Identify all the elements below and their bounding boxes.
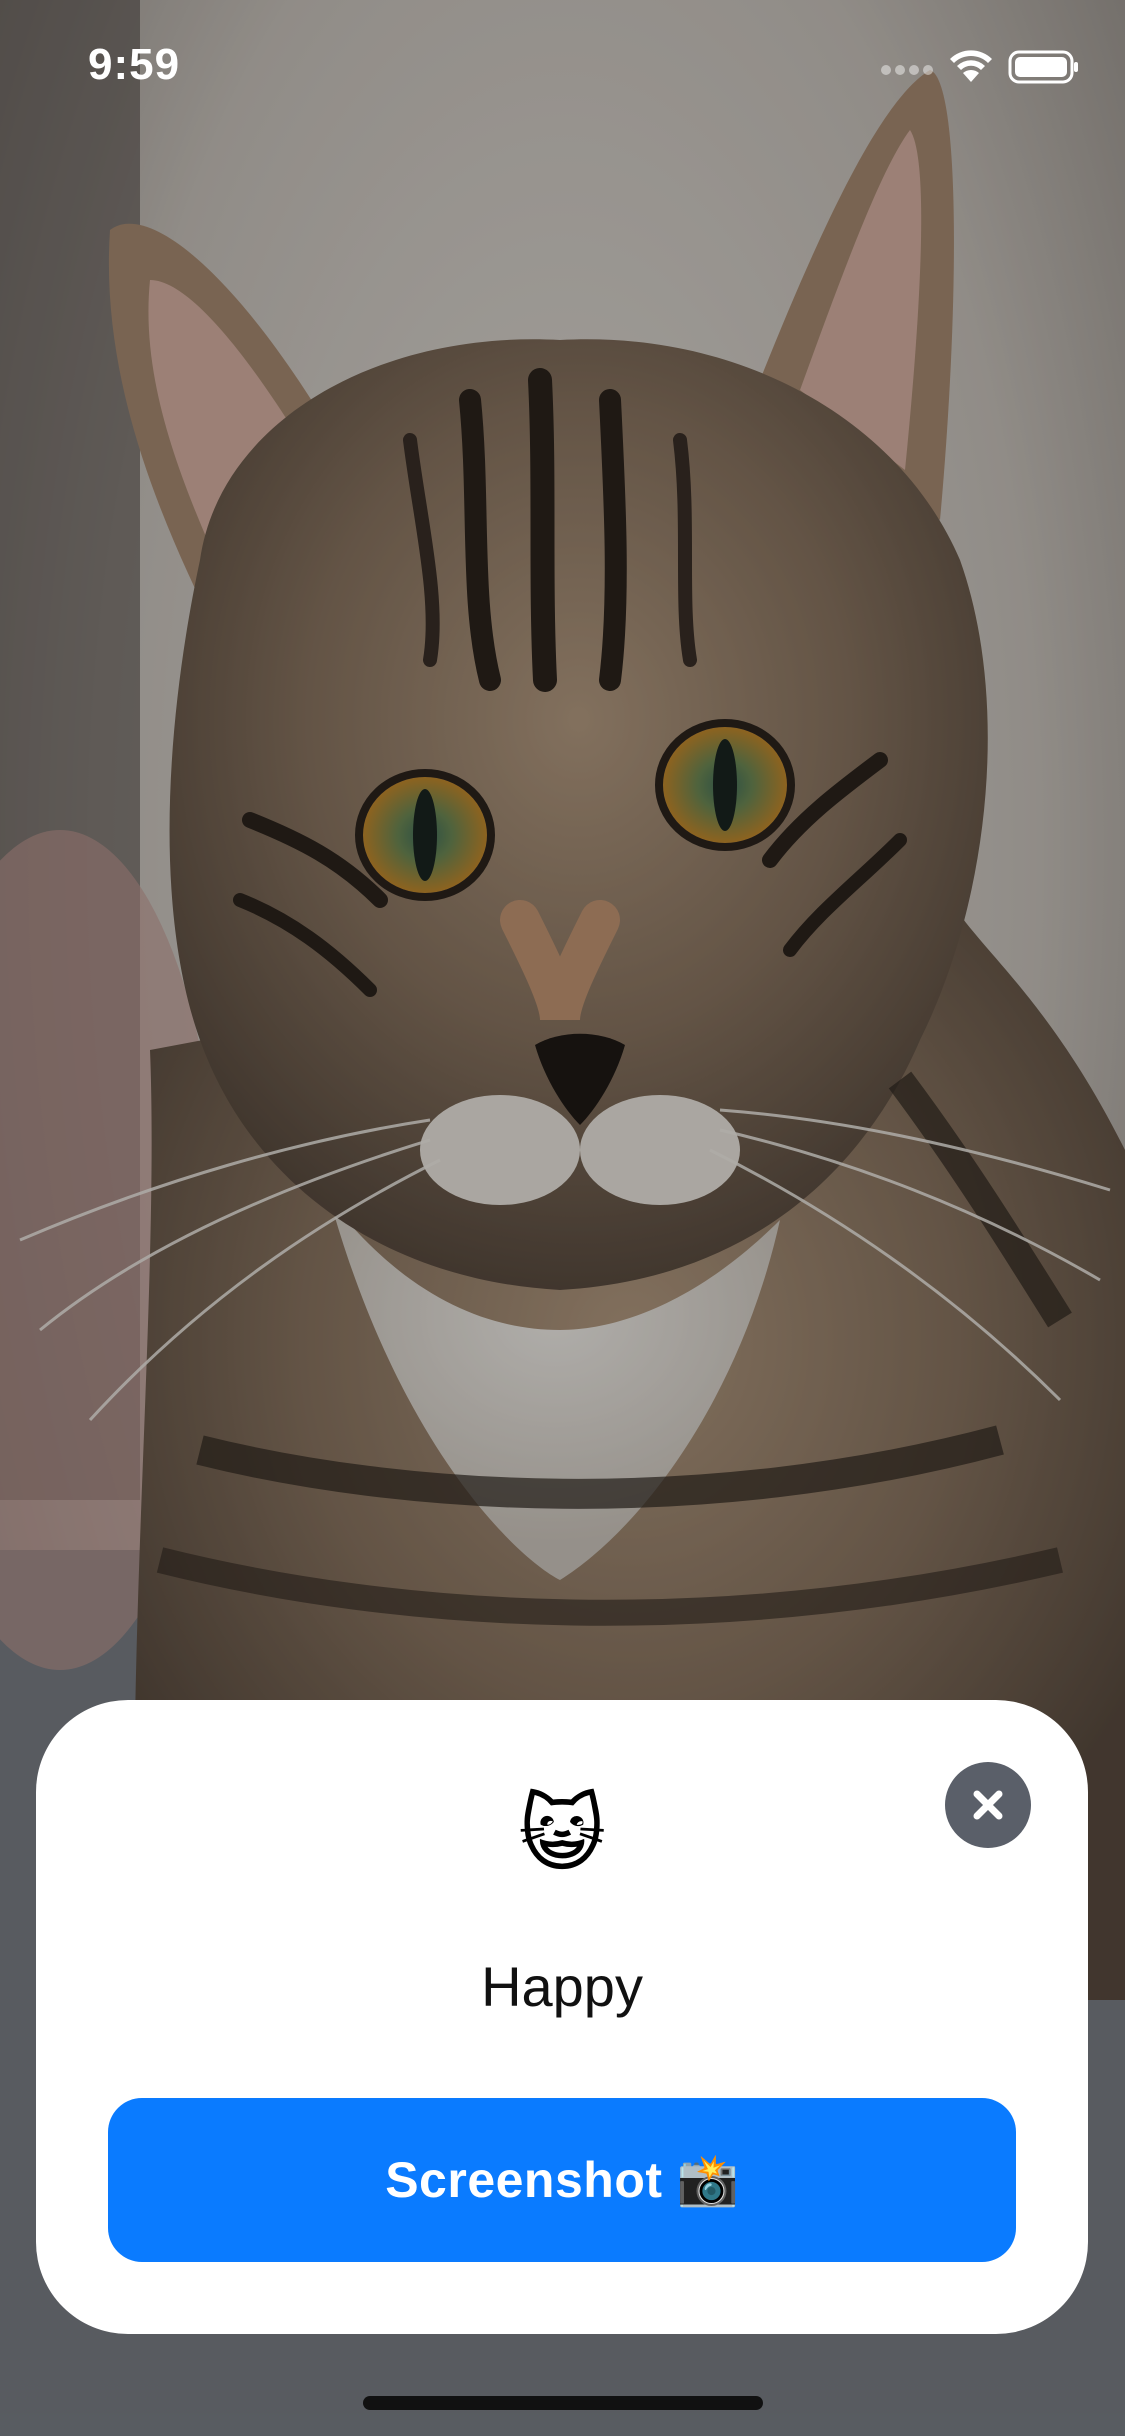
screenshot-button[interactable]: Screenshot 📸 [108, 2098, 1016, 2262]
mood-sheet: 😺 Happy Screenshot 📸 [36, 1700, 1088, 2334]
status-time: 9:59 [88, 40, 181, 89]
cellular-signal-icon [881, 65, 933, 75]
cat-emoji-icon: 😺 [518, 1787, 606, 1881]
status-bar: 9:59 [0, 0, 1125, 140]
screenshot-button-label: Screenshot [385, 2152, 663, 2208]
close-button[interactable] [945, 1762, 1031, 1848]
mood-label: Happy [481, 1955, 643, 2018]
battery-icon [1008, 50, 1078, 84]
app-screen: 9:59 😺 Happy Screenshot 📸 [0, 0, 1125, 2436]
home-indicator[interactable] [363, 2396, 763, 2410]
close-icon [973, 1790, 1003, 1820]
wifi-icon [950, 50, 992, 82]
camera-flash-icon: 📸 [676, 2151, 739, 2208]
